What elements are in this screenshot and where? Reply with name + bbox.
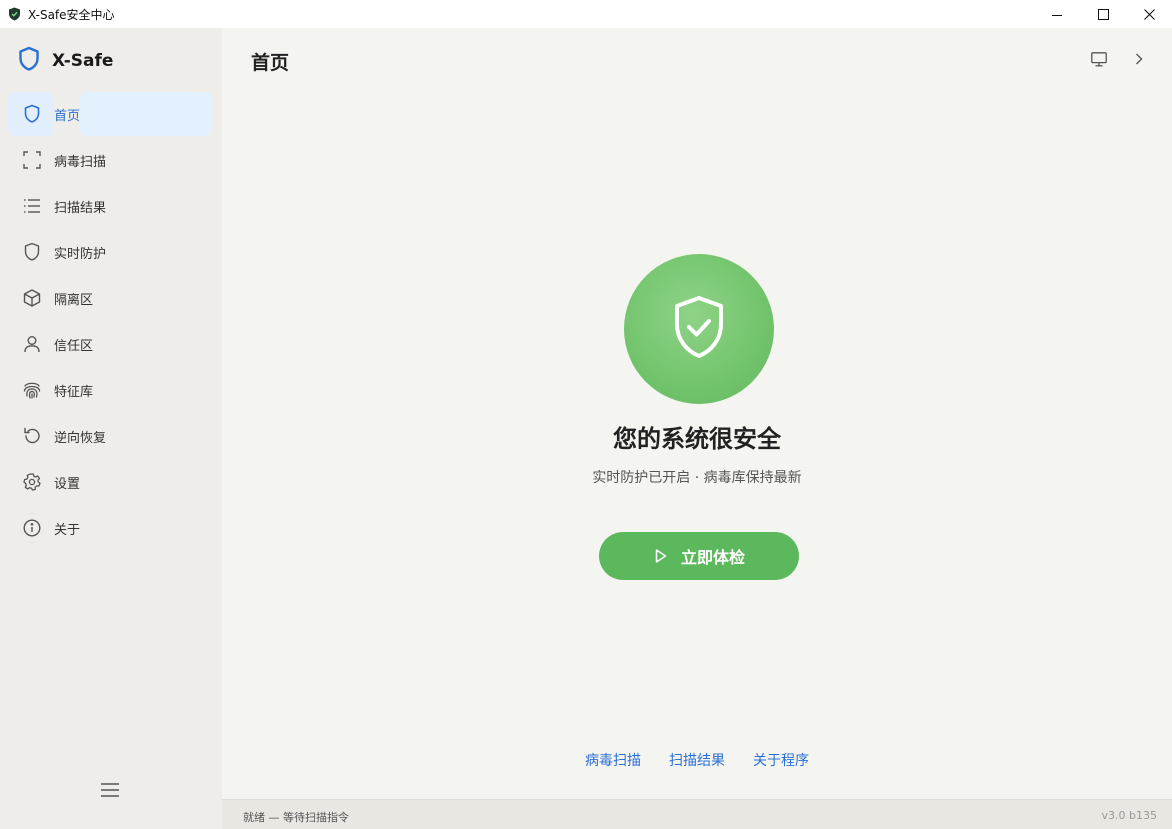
sidebar-item-scan-results[interactable]: 扫描结果 (8, 184, 212, 228)
box-icon (21, 287, 43, 309)
quick-check-label: 立即体检 (680, 548, 745, 567)
fingerprint-icon (21, 379, 43, 401)
gear-icon (21, 471, 43, 493)
user-icon (21, 333, 43, 355)
sidebar-item-label: 逆向恢复 (54, 430, 107, 446)
sidebar-item-realtime-protection[interactable]: 实时防护 (8, 230, 212, 274)
header-actions (1070, 48, 1150, 70)
close-button[interactable] (1126, 0, 1172, 28)
sidebar-item-label: 信任区 (54, 338, 94, 354)
minimize-icon (1052, 5, 1062, 24)
play-icon (653, 548, 669, 564)
version-label: v3.0 b135 (1101, 809, 1157, 822)
list-icon (21, 195, 43, 217)
sidebar-item-settings[interactable]: 设置 (8, 460, 212, 504)
monitor-icon[interactable] (1088, 48, 1110, 70)
restore-icon (21, 425, 43, 447)
link-scan-results[interactable]: 扫描结果 (669, 750, 725, 770)
sidebar-item-label: 隔离区 (54, 292, 94, 308)
sidebar-item-label: 设置 (54, 476, 81, 492)
close-icon (1143, 5, 1155, 24)
info-icon (21, 517, 43, 539)
status-subtitle: 实时防护已开启 · 病毒库保持最新 (592, 470, 802, 486)
brand-name: X-Safe (52, 51, 114, 71)
footer-links: 病毒扫描 扫描结果 关于程序 (222, 750, 1172, 770)
sidebar: X-Safe 首页 病毒扫描 扫描结果 实时防护 隔离区 信任区 特征库 逆向恢… (0, 28, 222, 829)
shield-check-icon (671, 294, 727, 364)
link-about[interactable]: 关于程序 (753, 750, 809, 770)
minimize-button[interactable] (1034, 0, 1080, 28)
sidebar-item-label: 首页 (54, 108, 81, 124)
sidebar-item-signature-db[interactable]: 特征库 (8, 368, 212, 412)
sidebar-item-quarantine[interactable]: 隔离区 (8, 276, 212, 320)
shield-icon (18, 46, 40, 76)
maximize-button[interactable] (1080, 0, 1126, 28)
sidebar-menu-button[interactable] (99, 780, 121, 802)
sidebar-item-virus-scan[interactable]: 病毒扫描 (8, 138, 212, 182)
sidebar-item-label: 关于 (54, 522, 81, 538)
sidebar-item-label: 扫描结果 (54, 200, 107, 216)
sidebar-item-home[interactable]: 首页 (8, 92, 212, 136)
quick-check-button[interactable]: 立即体检 (599, 532, 799, 580)
link-virus-scan[interactable]: 病毒扫描 (585, 750, 641, 770)
status-indicator (624, 254, 774, 404)
brand: X-Safe (18, 46, 113, 76)
scan-frame-icon (21, 149, 43, 171)
status-bar: 就绪 — 等待扫描指令 v3.0 b135 (222, 799, 1172, 829)
main-content: 首页 您的系统很安全 实时防护已开启 · 病毒库保持最新 立即体检 病毒扫描 扫… (222, 28, 1172, 799)
hamburger-icon (101, 782, 119, 801)
status-title: 您的系统很安全 (613, 424, 781, 453)
sidebar-item-label: 特征库 (54, 384, 94, 400)
shield-icon (21, 103, 43, 125)
title-bar: X-Safe安全中心 (0, 0, 1172, 28)
shield-icon (7, 7, 21, 21)
window-title: X-Safe安全中心 (28, 7, 115, 22)
page-title: 首页 (251, 52, 290, 74)
sidebar-item-restore[interactable]: 逆向恢复 (8, 414, 212, 458)
sidebar-item-label: 实时防护 (54, 246, 107, 262)
chevron-right-icon[interactable] (1128, 48, 1150, 70)
maximize-icon (1097, 5, 1109, 24)
sidebar-item-about[interactable]: 关于 (8, 506, 212, 550)
sidebar-item-label: 病毒扫描 (54, 154, 107, 170)
shield-icon (21, 241, 43, 263)
status-message: 就绪 — 等待扫描指令 (243, 811, 349, 824)
sidebar-nav: 首页 病毒扫描 扫描结果 实时防护 隔离区 信任区 特征库 逆向恢复 设置 关于 (8, 92, 212, 552)
sidebar-item-trust-zone[interactable]: 信任区 (8, 322, 212, 366)
